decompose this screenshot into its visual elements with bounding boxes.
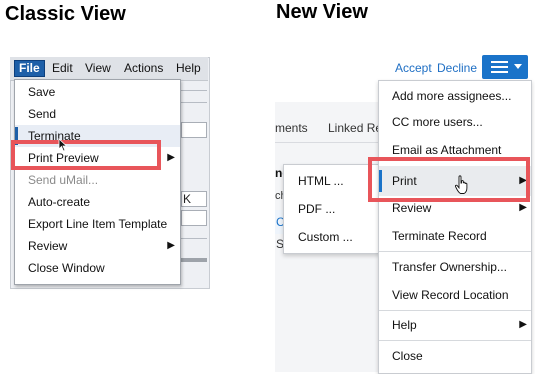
background-text: K xyxy=(183,192,192,206)
classic-view-heading: Classic View xyxy=(5,3,126,25)
new-highlight-box xyxy=(368,157,530,202)
hand-pointer-cursor-icon xyxy=(454,175,468,194)
new-actions-menu: Add more assignees... CC more users... E… xyxy=(378,80,532,374)
new-menu-item[interactable]: View Record Location xyxy=(379,280,531,310)
new-menu-item-label: CC more users... xyxy=(392,115,483,129)
classic-menu-item-label: Send uMail... xyxy=(28,173,99,187)
new-menu-item[interactable]: Terminate Record xyxy=(379,221,531,251)
print-submenu: HTML ... PDF ... Custom ... xyxy=(283,164,380,254)
caret-down-icon xyxy=(514,64,522,69)
new-menu-item-label: Transfer Ownership... xyxy=(392,260,507,274)
classic-menu-item-label: Save xyxy=(28,85,56,99)
new-menu-item-label: Help xyxy=(392,318,417,332)
classic-menu-item-label: Review xyxy=(28,239,68,253)
print-submenu-item-pdf[interactable]: PDF ... xyxy=(284,195,379,223)
menu-edit[interactable]: Edit xyxy=(52,60,73,77)
triangle-right-icon: ▶ xyxy=(167,240,175,251)
new-menu-item-label: View Record Location xyxy=(392,288,509,302)
new-menu-item-label: Add more assignees... xyxy=(392,89,512,103)
hamburger-menu-icon xyxy=(491,61,508,63)
new-menu-item[interactable]: Close xyxy=(379,341,531,371)
hamburger-menu-icon xyxy=(491,71,508,73)
background-line xyxy=(181,238,207,239)
classic-menu-item[interactable]: Export Line Item Template xyxy=(15,213,180,235)
new-menu-item[interactable]: CC more users... xyxy=(379,107,531,137)
menu-file[interactable]: File xyxy=(14,60,45,77)
new-menu-item[interactable]: Transfer Ownership... xyxy=(379,252,531,282)
new-menu-item-help[interactable]: Help ▶ xyxy=(379,310,531,340)
classic-menu-item-review[interactable]: Review ▶ xyxy=(15,235,180,257)
classic-menu-item[interactable]: Close Window xyxy=(15,257,180,279)
accept-link[interactable]: Accept xyxy=(395,61,432,75)
hamburger-menu-icon xyxy=(491,66,508,68)
classic-menu-item[interactable]: Send xyxy=(15,103,180,125)
arrow-cursor-icon xyxy=(58,138,68,152)
menu-view[interactable]: View xyxy=(85,60,111,77)
new-menu-item-label: Terminate Record xyxy=(392,229,487,243)
classic-highlight-box xyxy=(11,140,161,170)
background-line xyxy=(181,102,207,103)
classic-menu-item[interactable]: Auto-create xyxy=(15,191,180,213)
new-menu-item-label: Review xyxy=(392,201,432,215)
tab-linked-records[interactable]: Linked Re xyxy=(328,121,382,135)
record-tabs: ments Linked Re xyxy=(275,118,385,142)
classic-menu-item-label: Export Line Item Template xyxy=(28,217,168,231)
new-menu-item-label: Email as Attachment xyxy=(392,143,502,157)
classic-menu-item-label: Auto-create xyxy=(28,195,91,209)
print-submenu-item-custom[interactable]: Custom ... xyxy=(284,223,379,251)
classic-menu-item[interactable]: Save xyxy=(15,81,180,103)
actions-menu-button[interactable] xyxy=(482,55,528,79)
triangle-right-icon: ▶ xyxy=(519,319,527,330)
background-line xyxy=(181,90,207,91)
classic-menu-item: Send uMail... xyxy=(15,169,180,191)
decline-link[interactable]: Decline xyxy=(437,61,477,75)
classic-menu-item-label: Close Window xyxy=(28,261,105,275)
classic-file-menu: Save Send Terminate Print Preview ▶ Send… xyxy=(14,79,181,285)
triangle-right-icon: ▶ xyxy=(167,152,175,163)
print-submenu-item-html[interactable]: HTML ... xyxy=(284,167,379,195)
tab-attachments[interactable]: ments xyxy=(275,121,308,135)
background-bar xyxy=(181,258,207,262)
classic-menubar: File Edit View Actions Help xyxy=(10,57,208,81)
background-field xyxy=(181,122,207,138)
new-view-heading: New View xyxy=(276,1,368,23)
menu-actions[interactable]: Actions xyxy=(124,60,163,77)
classic-menu-item-label: Send xyxy=(28,107,57,121)
tabs-divider xyxy=(275,142,385,143)
new-menu-item-label: Close xyxy=(392,349,423,363)
background-field xyxy=(181,210,207,226)
menu-help[interactable]: Help xyxy=(176,60,201,77)
